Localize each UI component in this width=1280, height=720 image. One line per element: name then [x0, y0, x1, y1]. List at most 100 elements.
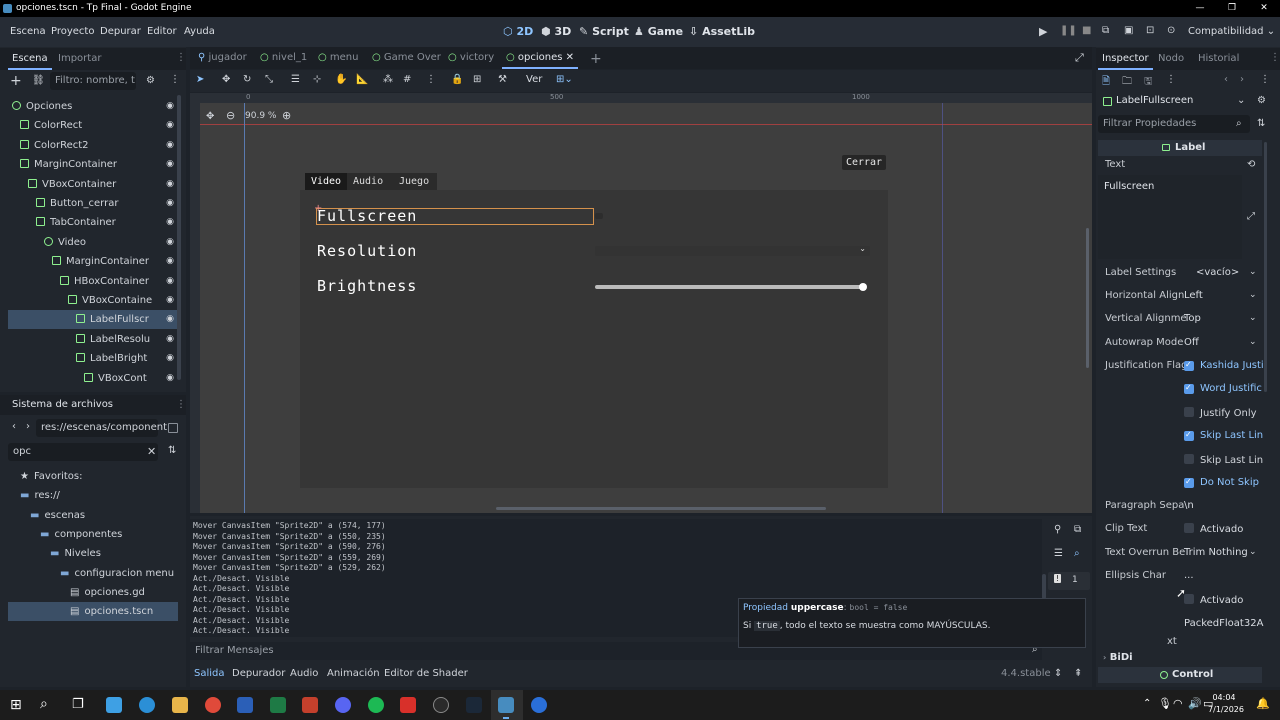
visibility-eye-icon[interactable]: ◉ — [166, 213, 174, 232]
justification-flag[interactable]: Skip Last Lin — [1184, 430, 1263, 442]
center-view-icon[interactable]: ✥ — [206, 111, 214, 122]
expand-text-icon[interactable]: ⤢ — [1247, 211, 1255, 222]
distraction-free-icon[interactable]: ⤢ — [1075, 51, 1084, 65]
play-scene-icon[interactable]: ▣ — [1124, 25, 1133, 36]
scene-node-row[interactable]: ColorRect ◉ — [8, 116, 178, 135]
scene-tab[interactable]: ○ opciones ✕ — [501, 52, 579, 69]
scene-tab[interactable]: ⚲ jugador — [198, 52, 247, 63]
bottom-tab[interactable]: Depurador — [232, 668, 285, 679]
save-resource-icon[interactable]: 🖫 — [1144, 74, 1153, 91]
filter-settings-icon[interactable]: ⇅ — [1257, 118, 1265, 129]
anchor-preset-icon[interactable]: ⊞⌄ — [556, 74, 573, 85]
zoom-in-icon[interactable]: ⊕ — [282, 109, 291, 122]
open-resource-icon[interactable]: 🗀 — [1122, 74, 1132, 91]
filesystem-search[interactable]: opc — [8, 443, 158, 461]
inspector-scrollbar[interactable] — [1264, 142, 1267, 392]
lock-icon[interactable]: 🔒 — [451, 74, 463, 85]
cerrar-button[interactable]: Cerrar — [842, 155, 886, 170]
visibility-eye-icon[interactable]: ◉ — [166, 252, 174, 271]
filesystem-path[interactable]: res://escenas/component — [36, 419, 167, 437]
zoom-level[interactable]: 90.9 % — [245, 111, 276, 121]
menu-ayuda[interactable]: Ayuda — [184, 26, 215, 37]
error-filter[interactable]: ! 1 — [1048, 572, 1090, 590]
powerpoint-icon[interactable] — [302, 697, 318, 713]
spotify-icon[interactable] — [368, 697, 384, 713]
visibility-eye-icon[interactable]: ◉ — [166, 272, 174, 291]
group-icon[interactable]: ⊞ — [473, 74, 481, 85]
canvas-viewport[interactable]: 0 500 1000 ✥ ⊖ 90.9 % ⊕ Cerrar Video Aud… — [190, 93, 1092, 513]
layout-icon[interactable]: ⇕ — [1054, 668, 1062, 679]
visibility-eye-icon[interactable]: ◉ — [166, 97, 174, 116]
visibility-eye-icon[interactable]: ◉ — [166, 155, 174, 174]
grid-snap-icon[interactable]: # — [403, 74, 411, 85]
filesystem-item[interactable]: ★ Favoritos: — [8, 467, 178, 486]
menu-editor[interactable]: Editor — [147, 26, 177, 37]
inspector-filter[interactable]: Filtrar Propiedades — [1098, 115, 1250, 133]
scene-node-row[interactable]: MarginContainer ◉ — [8, 252, 178, 271]
add-scene-icon[interactable]: + — [590, 51, 602, 67]
menu-escena[interactable]: Escena — [10, 26, 46, 37]
ruler-tool-icon[interactable]: 📐 — [356, 74, 368, 85]
godot-taskbar-icon[interactable] — [498, 697, 514, 713]
class-header[interactable]: Label — [1098, 140, 1262, 156]
filesystem-item[interactable]: ▤ opciones.tscn — [8, 602, 178, 622]
viewport-hscroll[interactable] — [496, 507, 826, 510]
history-forward-icon[interactable]: › — [1240, 74, 1244, 85]
zoom-out-icon[interactable]: ⊖ — [226, 109, 235, 122]
clock-time[interactable]: 04:04 — [1211, 693, 1237, 702]
filesystem-item[interactable]: ▬ Niveles — [8, 544, 178, 563]
scene-node-row[interactable]: VBoxContaine ◉ — [8, 291, 178, 310]
workspace-assetlib[interactable]: ⇩ AssetLib — [689, 25, 755, 38]
bone-icon[interactable]: ⚒ — [498, 74, 507, 85]
bottom-tab[interactable]: Salida — [194, 668, 225, 679]
pan-tool-icon[interactable]: ✋ — [335, 74, 347, 85]
scene-node-row[interactable]: HBoxContainer ◉ — [8, 272, 178, 291]
filesystem-item[interactable]: ▬ configuracion menu — [8, 564, 178, 583]
play-icon[interactable]: ▶ — [1039, 25, 1047, 38]
smart-snap-icon[interactable]: ⁂ — [383, 74, 393, 85]
autowrap-value[interactable]: Off — [1184, 337, 1199, 348]
scene-tab[interactable]: ○ menu — [318, 52, 358, 63]
word-wrap-icon[interactable]: ☰ — [1054, 548, 1063, 559]
chevron-down-icon[interactable]: ⌄ — [1249, 290, 1257, 300]
github-icon[interactable] — [433, 697, 449, 713]
tab-escena[interactable]: Escena — [8, 53, 52, 70]
excel-icon[interactable] — [270, 697, 286, 713]
close-tab-icon[interactable]: ✕ — [562, 52, 574, 63]
filesystem-item[interactable]: ▤ opciones.gd — [8, 583, 178, 602]
visibility-eye-icon[interactable]: ◉ — [166, 330, 174, 349]
horizontal-align-value[interactable]: Left — [1184, 290, 1203, 301]
tab-stops-value[interactable]: PackedFloat32A — [1184, 618, 1263, 629]
tab-audio[interactable]: Audio — [353, 173, 383, 190]
scene-node-row[interactable]: Video ◉ — [8, 233, 178, 252]
workspace-3d[interactable]: ⬢ 3D — [541, 25, 571, 38]
pause-icon[interactable]: ❚❚ — [1060, 25, 1077, 36]
fullscreen-checkbox[interactable] — [595, 213, 603, 219]
visibility-eye-icon[interactable]: ◉ — [166, 349, 174, 368]
renderer-select[interactable]: Compatibilidad ⌄ — [1188, 26, 1275, 37]
node-settings-icon[interactable]: ⚙ — [1257, 95, 1266, 106]
list-select-icon[interactable]: ☰ — [291, 74, 300, 85]
menu-depurar[interactable]: Depurar — [100, 26, 141, 37]
edge-icon[interactable] — [139, 697, 155, 713]
bottom-tab[interactable]: Editor de Shader — [384, 668, 468, 679]
brightness-slider[interactable] — [595, 283, 867, 291]
notification-icon[interactable]: 🔔 — [1256, 697, 1270, 710]
inspector-menu-icon[interactable]: ⋮ — [1270, 52, 1280, 63]
scene-tab[interactable]: ○ Game Over — [372, 52, 441, 63]
justification-flag[interactable]: Skip Last Lin — [1184, 453, 1263, 466]
play-custom-icon[interactable]: ⊡ — [1146, 25, 1154, 36]
scene-node-row[interactable]: MarginContainer ◉ — [8, 155, 178, 174]
visibility-eye-icon[interactable]: ◉ — [166, 175, 174, 194]
scene-node-row[interactable]: LabelResolu ◉ — [8, 330, 178, 349]
clock-date[interactable]: 7/1/2026 — [1206, 705, 1246, 714]
back-icon[interactable]: ‹ — [12, 421, 16, 432]
remote-debug-icon[interactable]: ⧉ — [1102, 25, 1109, 36]
label-settings-value[interactable]: <vacío> — [1196, 267, 1239, 278]
scene-node-row[interactable]: VBoxContainer ◉ — [8, 175, 178, 194]
filesystem-item[interactable]: ▬ escenas — [8, 506, 178, 525]
sort-icon[interactable]: ⇅ — [168, 445, 176, 456]
scene-filter-input[interactable]: Filtro: nombre, t — [50, 72, 136, 90]
chevron-down-icon[interactable]: ⌄ — [1249, 547, 1257, 557]
link-icon[interactable]: ⛓ — [32, 75, 45, 86]
